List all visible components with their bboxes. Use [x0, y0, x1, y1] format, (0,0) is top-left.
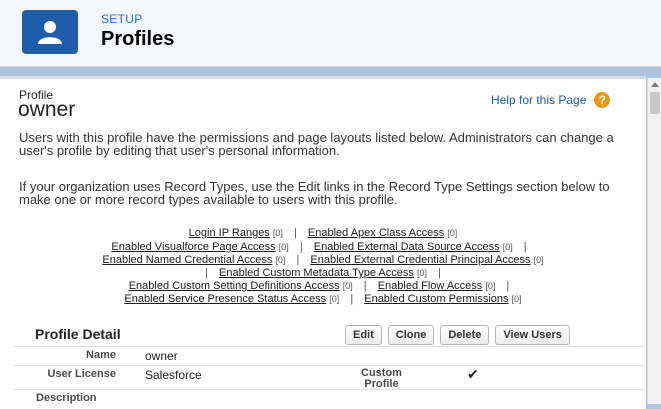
related-links-row: Enabled Custom Setting Definitions Acces… — [0, 280, 646, 292]
profile-detail-title: Profile Detail — [35, 326, 121, 342]
related-links-row: Enabled Named Credential Access [0] | En… — [0, 254, 646, 266]
separator: | — [506, 280, 510, 292]
related-links-row: Enabled Visualforce Page Access [0] | En… — [0, 241, 646, 253]
description-label: Description — [36, 392, 97, 404]
separator: | — [205, 267, 208, 279]
setup-title: Profiles — [101, 28, 175, 50]
link-count: [0] — [272, 228, 283, 238]
user-license-value: Salesforce — [145, 368, 202, 382]
divider — [14, 389, 644, 390]
link-count: [0] — [511, 294, 522, 304]
scroll-up-arrow-icon[interactable] — [651, 82, 659, 87]
link-count: [0] — [278, 242, 289, 252]
link-custom-setting-definitions-access[interactable]: Enabled Custom Setting Definitions Acces… — [129, 280, 340, 292]
link-count: [0] — [342, 281, 353, 291]
related-links-row: Enabled Service Presence Status Access [… — [0, 293, 646, 305]
profile-description-text: Users with this profile have the permiss… — [19, 130, 614, 158]
link-count: [0] — [533, 255, 544, 265]
related-links-row: Login IP Ranges [0] | Enabled Apex Class… — [0, 227, 646, 239]
divider — [14, 365, 644, 366]
scrollbar[interactable] — [647, 78, 661, 404]
link-count: [0] — [485, 281, 496, 291]
link-custom-metadata-type-access[interactable]: Enabled Custom Metadata Type Access — [219, 267, 414, 279]
setup-header: SETUP Profiles — [0, 0, 661, 67]
delete-button[interactable]: Delete — [440, 325, 490, 345]
scroll-thumb[interactable] — [650, 92, 660, 114]
name-label: Name — [86, 349, 116, 361]
link-external-credential-principal-access[interactable]: Enabled External Credential Principal Ac… — [310, 254, 530, 266]
link-apex-class-access[interactable]: Enabled Apex Class Access — [308, 227, 444, 239]
clone-button[interactable]: Clone — [387, 325, 435, 345]
custom-profile-label: Custom Profile — [361, 367, 402, 390]
link-count: [0] — [447, 228, 458, 238]
related-links-row: | Enabled Custom Metadata Type Access [0… — [0, 267, 646, 279]
separator: | — [296, 254, 300, 266]
record-types-note: If your organization uses Record Types, … — [19, 179, 610, 207]
link-count: [0] — [416, 268, 427, 278]
help-section: Help for this Page ? — [491, 92, 611, 108]
separator: | — [523, 241, 527, 253]
link-external-data-source-access[interactable]: Enabled External Data Source Access — [314, 241, 500, 253]
user-license-label: User License — [47, 368, 116, 380]
view-users-button[interactable]: View Users — [495, 325, 570, 345]
separator: | — [299, 241, 303, 253]
separator: | — [438, 267, 441, 279]
user-icon — [22, 10, 78, 54]
separator: | — [350, 293, 354, 305]
link-named-credential-access[interactable]: Enabled Named Credential Access — [102, 254, 272, 266]
name-value: owner — [145, 349, 178, 363]
help-icon[interactable]: ? — [594, 92, 611, 108]
page-title: owner — [18, 98, 76, 121]
setup-label: SETUP — [101, 12, 143, 26]
link-visualforce-page-access[interactable]: Enabled Visualforce Page Access — [111, 241, 275, 253]
edit-button[interactable]: Edit — [345, 325, 382, 345]
link-login-ip-ranges[interactable]: Login IP Ranges — [189, 227, 270, 239]
link-count: [0] — [275, 255, 286, 265]
custom-profile-checkmark-icon: ✔ — [467, 366, 479, 382]
link-count: [0] — [329, 294, 340, 304]
divider — [14, 346, 644, 347]
link-count: [0] — [502, 242, 513, 252]
link-flow-access[interactable]: Enabled Flow Access — [378, 280, 483, 292]
separator: | — [363, 280, 367, 292]
link-service-presence-status-access[interactable]: Enabled Service Presence Status Access — [124, 293, 326, 305]
help-link[interactable]: Help for this Page — [491, 93, 586, 107]
separator: | — [293, 227, 297, 239]
detail-buttons: Edit Clone Delete View Users — [345, 325, 570, 345]
link-custom-permissions[interactable]: Enabled Custom Permissions — [364, 293, 508, 305]
